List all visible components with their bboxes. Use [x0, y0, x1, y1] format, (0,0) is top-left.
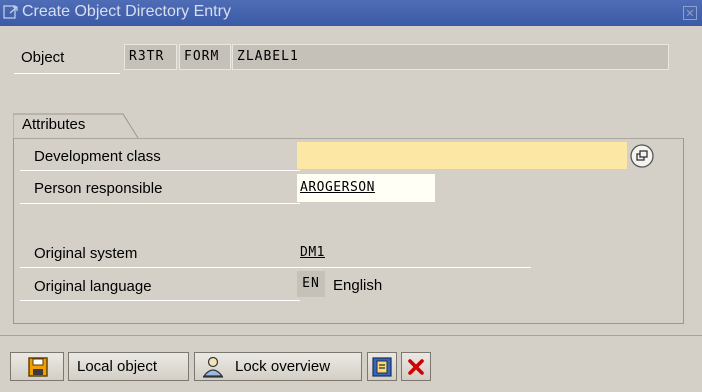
local-object-label: Local object	[77, 358, 158, 375]
original-language-underline	[20, 300, 300, 301]
development-class-underline	[20, 170, 300, 171]
title-bar: Create Object Directory Entry ✕	[0, 0, 702, 26]
person-responsible-underline	[20, 203, 300, 204]
object-name-field: ZLABEL1	[232, 44, 669, 70]
close-icon[interactable]: ✕	[683, 6, 697, 20]
development-class-input[interactable]	[297, 142, 627, 169]
value-help-button[interactable]	[629, 143, 655, 169]
window-title: Create Object Directory Entry	[22, 3, 231, 20]
transport-icon	[372, 357, 392, 377]
original-language-text: English	[333, 277, 383, 294]
save-icon	[28, 357, 48, 377]
save-button[interactable]	[10, 352, 64, 381]
transport-button[interactable]	[367, 352, 397, 381]
development-class-label: Development class	[34, 148, 161, 165]
original-language-code: EN	[297, 271, 325, 297]
cancel-button[interactable]	[401, 352, 431, 381]
user-lock-icon	[202, 356, 224, 378]
original-system-underline	[20, 267, 531, 268]
window-menu-icon[interactable]	[3, 4, 19, 20]
original-language-label: Original language	[34, 278, 152, 295]
object-pgmid-field: R3TR	[124, 44, 177, 70]
lock-overview-label: Lock overview	[235, 358, 331, 375]
object-label: Object	[21, 49, 65, 66]
person-responsible-value[interactable]: AROGERSON	[300, 180, 375, 195]
lock-overview-button[interactable]: Lock overview	[194, 352, 362, 381]
person-responsible-label: Person responsible	[34, 180, 163, 197]
original-system-label: Original system	[34, 245, 138, 262]
cancel-icon	[408, 359, 424, 375]
local-object-button[interactable]: Local object	[68, 352, 189, 381]
attributes-tab-label: Attributes	[22, 116, 86, 133]
original-system-value: DM1	[300, 245, 325, 260]
object-type-field: FORM	[179, 44, 231, 70]
value-help-icon	[630, 144, 654, 168]
